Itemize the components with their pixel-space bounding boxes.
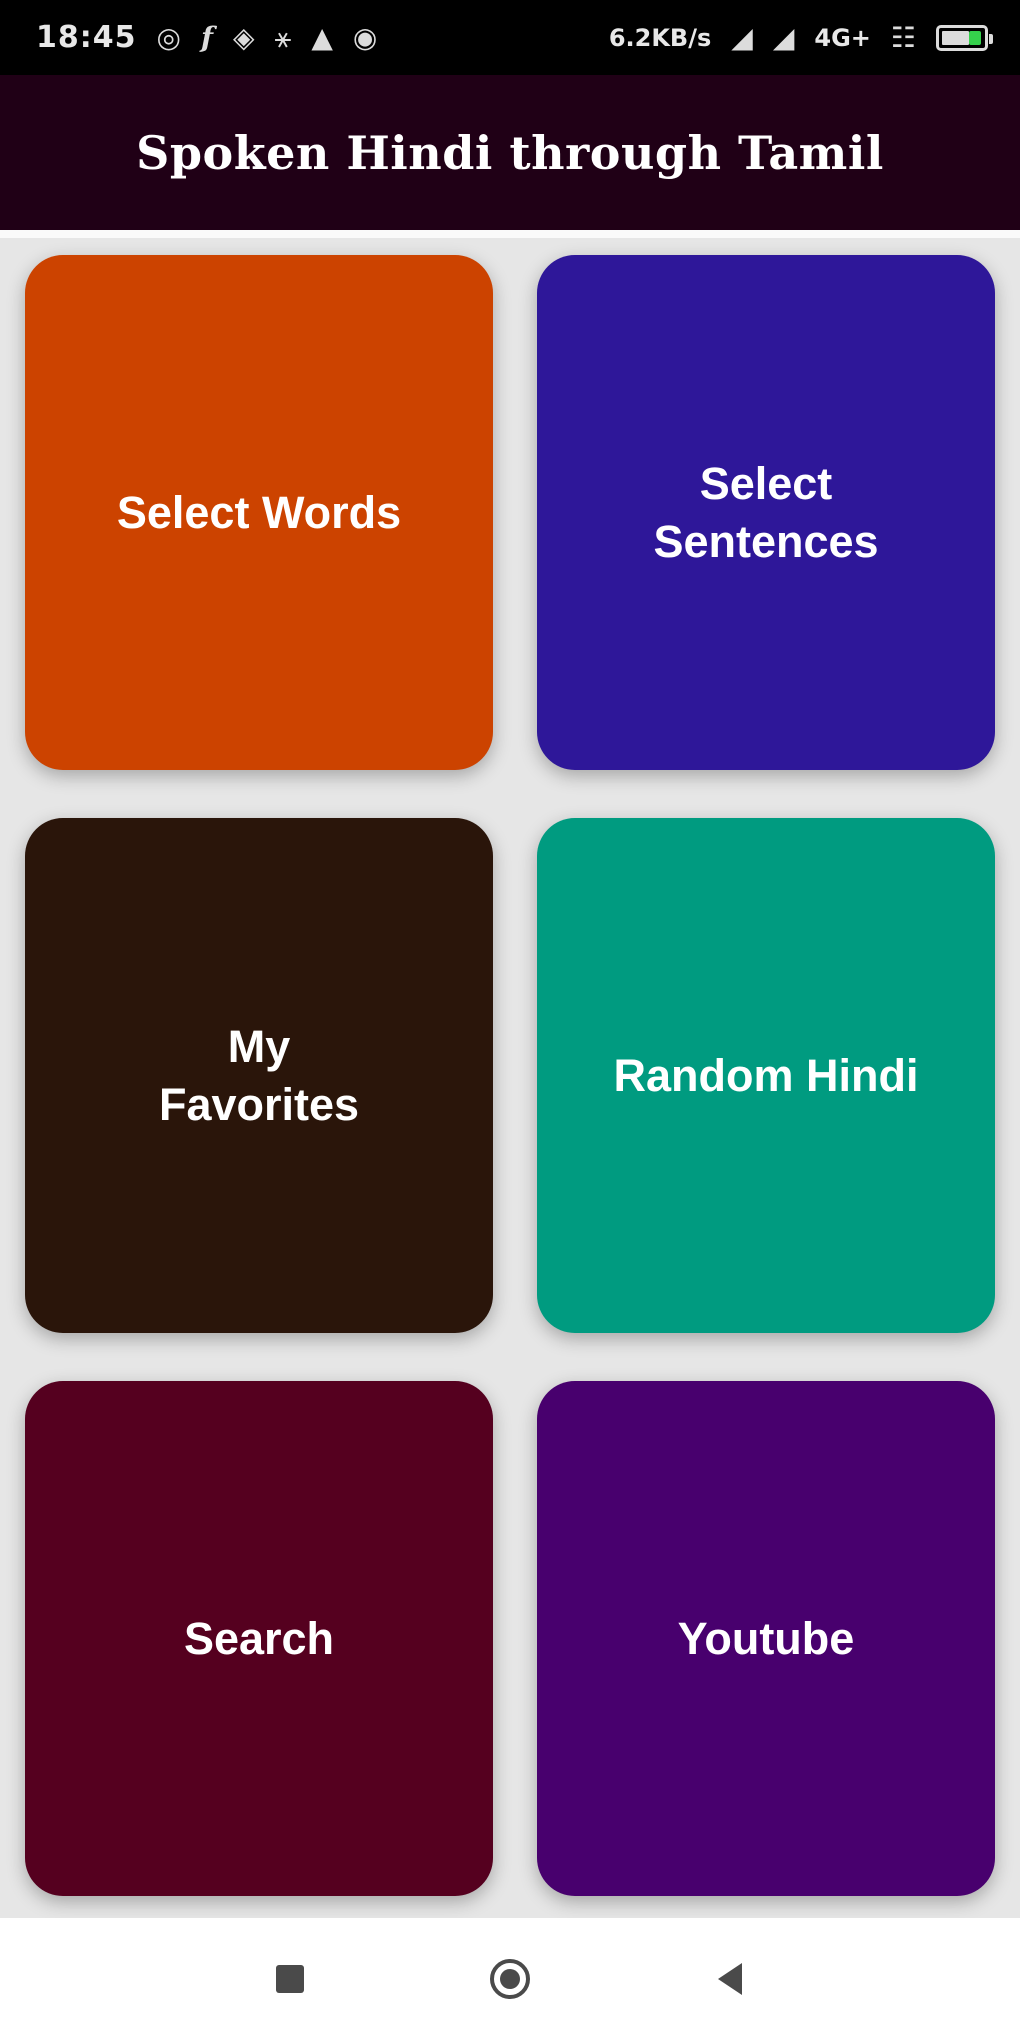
shield-icon: ◉ [352,20,378,54]
select-sentences-button[interactable]: Select Sentences [537,255,995,770]
battery-level [942,30,969,45]
battery-tip [989,33,993,44]
status-right: 6.2KB/s ◢ ◢ 4G+ ☷ [608,20,993,54]
select-sentences-label: Select Sentences [653,457,879,567]
youtube-label: Youtube [677,1612,855,1664]
status-left: 18:45 ◎ f ◈ ⚹ ▲ ◉ [36,20,377,55]
back-button[interactable] [695,1944,765,2014]
my-favorites-button[interactable]: My Favorites [25,818,493,1333]
status-time: 18:45 [36,20,137,55]
charging-indicator [969,30,981,45]
select-words-button[interactable]: Select Words [25,255,493,770]
app-bar: Spoken Hindi through Tamil [0,75,1020,230]
youtube-button[interactable]: Youtube [537,1381,995,1896]
battery-icon [936,24,993,51]
facebook-icon: f [200,20,213,54]
app-bar-divider [0,230,1020,238]
signal-icon: ◢ [772,20,795,54]
volte-icon: ☷ [890,20,916,54]
status-bar: 18:45 ◎ f ◈ ⚹ ▲ ◉ 6.2KB/s ◢ ◢ 4G+ ☷ [0,0,1020,75]
network-type: 4G+ [814,23,871,52]
navigation-bar [0,1918,1020,2040]
usb-icon: ⚹ [274,20,292,54]
home-icon-center [500,1969,520,1989]
warning-icon: ▲ [311,20,333,54]
back-icon [718,1963,742,1995]
search-label: Search [183,1612,335,1664]
network-speed: 6.2KB/s [608,23,712,52]
signal-icon: ◢ [731,20,753,54]
search-button[interactable]: Search [25,1381,493,1896]
page-title: Spoken Hindi through Tamil [136,125,884,180]
recents-button[interactable] [255,1944,325,2014]
home-button[interactable] [475,1944,545,2014]
app-icon: ◈ [232,20,255,54]
recents-icon [276,1965,304,1993]
my-favorites-label: My Favorites [158,1020,360,1130]
home-icon [490,1959,530,1999]
select-words-label: Select Words [116,486,402,538]
random-hindi-label: Random Hindi [613,1049,919,1101]
random-hindi-button[interactable]: Random Hindi [537,818,995,1333]
sync-icon: ◎ [156,20,181,54]
menu-grid: Select Words Select Sentences My Favorit… [25,255,995,1896]
